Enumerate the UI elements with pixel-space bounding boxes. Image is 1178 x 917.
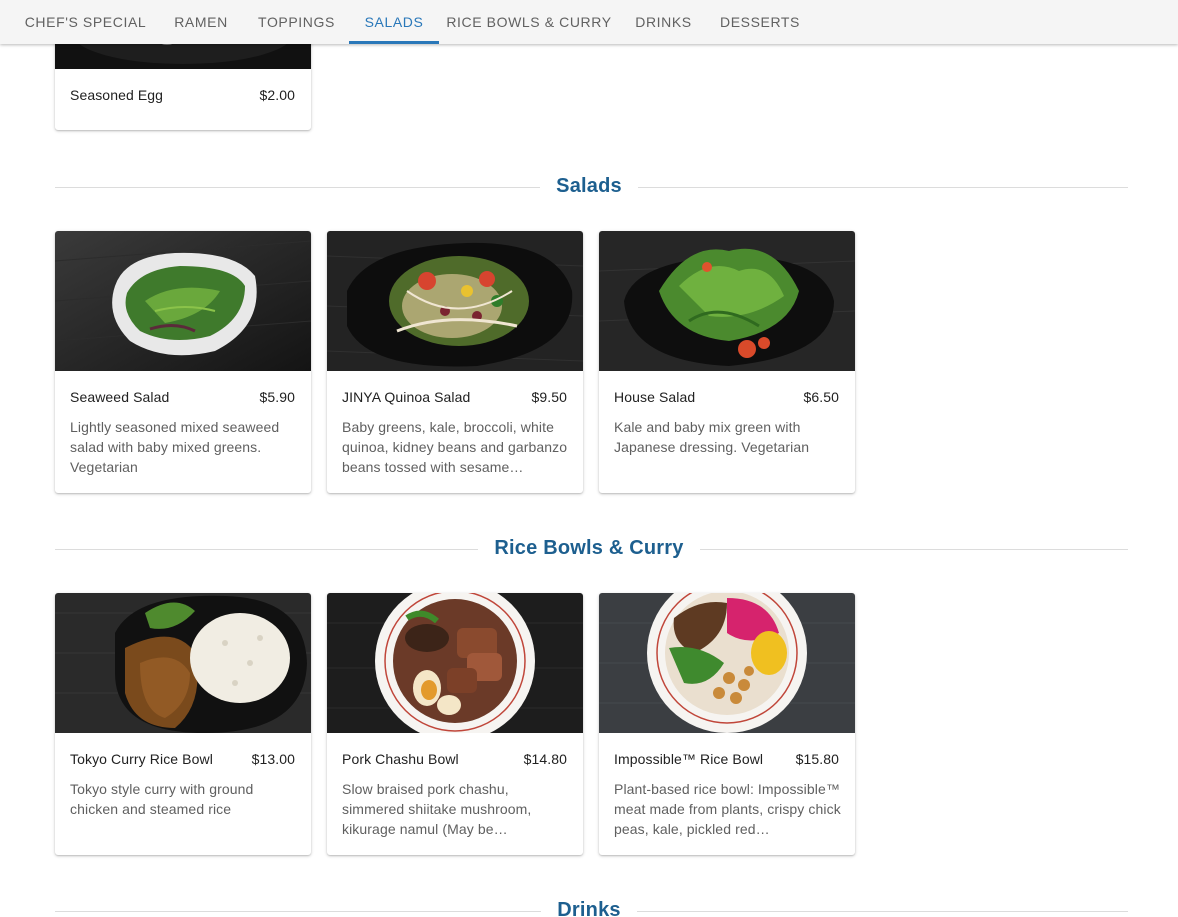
item-price: $13.00 [251,751,295,767]
tab-drinks[interactable]: DRINKS [619,0,708,44]
item-price: $6.50 [803,389,839,405]
item-name: Pork Chashu Bowl [342,751,459,767]
quinoa-salad-photo [327,231,583,371]
section-title-rice-bowls-curry: Rice Bowls & Curry [0,537,1178,560]
tab-chefs-special[interactable]: CHEF'S SPECIAL [13,0,158,44]
item-description: Kale and baby mix green with Japanese dr… [614,419,810,455]
menu-item-card[interactable]: Tokyo Curry Rice Bowl $13.00 Tokyo style… [55,593,311,855]
menu-page: CHEF'S SPECIAL RAMEN TOPPINGS SALADS RIC… [0,0,1178,917]
item-name: Seaweed Salad [70,389,170,405]
item-name: House Salad [614,389,696,405]
item-description: Plant-based rice bowl: Impossible™ meat … [614,781,841,837]
tab-toppings[interactable]: TOPPINGS [244,0,349,44]
house-salad-photo [599,231,855,371]
curry-rice-photo [55,593,311,733]
tab-ramen[interactable]: RAMEN [158,0,244,44]
item-description: Baby greens, kale, broccoli, white quino… [342,419,568,475]
seaweed-salad-photo [55,231,311,371]
item-name: Tokyo Curry Rice Bowl [70,751,213,767]
item-price: $2.00 [259,87,295,103]
category-tab-bar: CHEF'S SPECIAL RAMEN TOPPINGS SALADS RIC… [0,0,1178,44]
tab-desserts[interactable]: DESSERTS [708,0,812,44]
menu-item-card[interactable]: Impossible™ Rice Bowl $15.80 Plant-based… [599,593,855,855]
chashu-bowl-photo [327,593,583,733]
menu-item-card[interactable]: House Salad $6.50 Kale and baby mix gree… [599,231,855,493]
active-tab-indicator [349,41,439,44]
item-price: $9.50 [531,389,567,405]
menu-item-card[interactable]: JINYA Quinoa Salad $9.50 Baby greens, ka… [327,231,583,493]
menu-item-card[interactable]: Seaweed Salad $5.90 Lightly seasoned mix… [55,231,311,493]
item-name: Impossible™ Rice Bowl [614,751,764,767]
item-description: Tokyo style curry with ground chicken an… [70,781,254,817]
menu-item-card[interactable]: Pork Chashu Bowl $14.80 Slow braised por… [327,593,583,855]
item-name: JINYA Quinoa Salad [342,389,471,405]
tab-rice-bowls-curry[interactable]: RICE BOWLS & CURRY [439,0,619,44]
item-price: $5.90 [259,389,295,405]
item-price: $14.80 [523,751,567,767]
item-description: Slow braised pork chashu, simmered shiit… [342,781,532,837]
item-description: Lightly seasoned mixed seaweed salad wit… [70,419,280,475]
section-title-drinks: Drinks [0,899,1178,917]
section-title-salads: Salads [0,175,1178,198]
impossible-bowl-photo [599,593,855,733]
item-price: $15.80 [795,751,839,767]
tab-salads[interactable]: SALADS [349,0,439,44]
item-name: Seasoned Egg [70,87,164,103]
